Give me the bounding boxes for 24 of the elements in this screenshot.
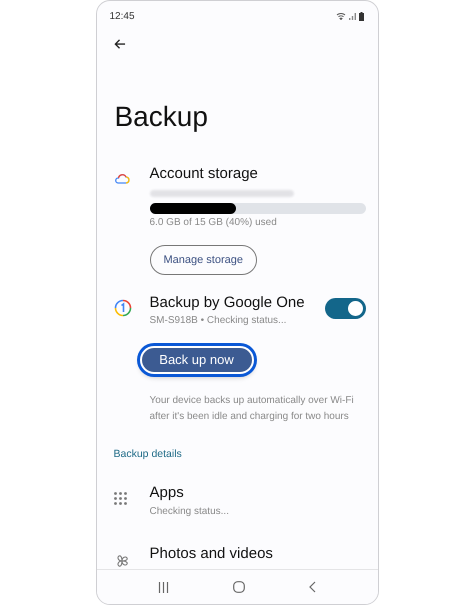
back-arrow-icon[interactable] xyxy=(114,39,126,50)
home-icon[interactable] xyxy=(232,581,245,593)
battery-icon xyxy=(358,12,364,20)
detail-title[interactable]: Apps xyxy=(150,484,184,501)
google-one-icon xyxy=(114,298,132,317)
account-storage-title: Account storage xyxy=(150,164,258,182)
back-up-now-button[interactable]: Back up now xyxy=(140,346,254,374)
section-header: Backup details xyxy=(114,448,182,460)
back-icon[interactable] xyxy=(308,581,316,593)
backup-toggle[interactable] xyxy=(324,298,366,319)
page-title: Backup xyxy=(114,101,208,134)
signal-icon xyxy=(348,12,356,20)
backup-one-status: SM-S918B • Checking status... xyxy=(150,314,286,326)
status-time: 12:45 xyxy=(110,10,135,22)
wifi-icon xyxy=(336,12,346,20)
backup-one-title: Backup by Google One xyxy=(150,294,305,311)
cloud-icon xyxy=(114,172,130,184)
storage-usage: 6.0 GB of 15 GB (40%) used xyxy=(150,216,277,228)
detail-status: Checking status... xyxy=(150,506,229,517)
manage-storage-button[interactable]: Manage storage xyxy=(150,244,257,275)
detail-title[interactable]: Photos and videos xyxy=(150,545,273,562)
grid-icon xyxy=(114,492,126,505)
backup-description: Your device backs up automatically over Wi-Fi after it's been idle and charging for two hours xyxy=(150,394,355,424)
recent-apps-icon[interactable] xyxy=(158,582,170,592)
